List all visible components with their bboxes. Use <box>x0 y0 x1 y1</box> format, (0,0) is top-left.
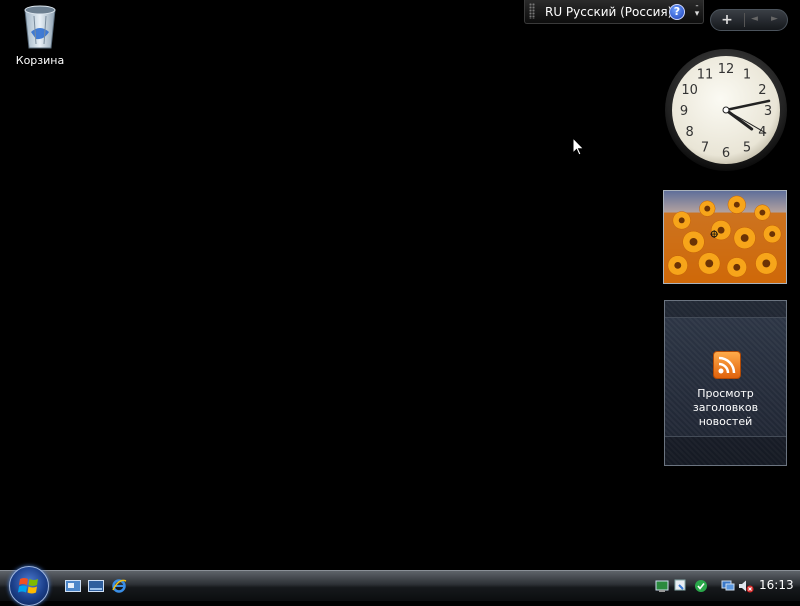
clock-numeral: 8 <box>685 125 693 140</box>
flower-photo <box>664 191 786 283</box>
feed-caption: Просмотр заголовков новостей <box>665 387 786 429</box>
volume-muted-icon[interactable] <box>738 578 754 593</box>
network-status-icon[interactable] <box>721 578 735 592</box>
show-desktop-icon[interactable] <box>65 578 81 592</box>
taskbar: 16:13 <box>0 566 800 606</box>
clock-numeral: 10 <box>681 83 698 98</box>
rss-icon <box>713 351 741 379</box>
defender-icon[interactable] <box>674 578 688 592</box>
clock-numeral: 2 <box>758 83 766 98</box>
network-icon[interactable] <box>655 578 669 592</box>
clock-numeral: 6 <box>722 146 730 161</box>
clock-center-pin <box>722 106 730 114</box>
recycle-bin-label: Корзина <box>15 54 65 67</box>
minimize-language-bar-button[interactable]: - ▾ <box>693 2 701 19</box>
help-icon[interactable]: ? <box>669 4 685 20</box>
divider <box>744 13 745 27</box>
gadget-header-band <box>665 301 786 318</box>
drag-grip-icon[interactable] <box>529 3 535 19</box>
start-button[interactable] <box>9 566 49 606</box>
system-tray: 16:13 <box>652 575 800 597</box>
add-gadget-button[interactable]: + <box>717 12 737 28</box>
mouse-pointer-icon <box>572 136 586 161</box>
recycle-bin-shortcut[interactable]: Корзина <box>8 2 72 67</box>
sidebar-controls: + ◄ ► <box>710 9 788 31</box>
clock-face: 12 1234567891011 <box>665 49 787 171</box>
clock-numeral: 5 <box>743 140 751 155</box>
clock-numeral: 7 <box>701 140 709 155</box>
clock-numeral: 11 <box>697 68 714 83</box>
internet-explorer-icon[interactable] <box>111 578 127 593</box>
next-page-button[interactable]: ► <box>771 14 778 24</box>
chevron-down-icon: ▾ <box>694 9 700 19</box>
slideshow-gadget[interactable] <box>663 190 787 284</box>
clock-numeral: 9 <box>680 104 688 119</box>
clock-gadget[interactable]: 12 1 2 3 4 5 6 7 8 9 10 11 <box>664 48 788 172</box>
windows-update-icon[interactable] <box>694 578 708 592</box>
feed-caption-line1: Просмотр заголовков <box>692 387 759 414</box>
previous-page-button[interactable]: ◄ <box>751 14 758 24</box>
windows-logo-icon <box>18 578 38 594</box>
taskbar-clock[interactable]: 16:13 <box>759 578 794 592</box>
clock-numeral: 1 <box>743 68 751 83</box>
language-bar[interactable]: RU Русский (Россия) ? - ▾ <box>524 0 704 24</box>
feed-caption-line2: новостей <box>698 415 753 428</box>
language-indicator[interactable]: RU Русский (Россия) <box>545 5 672 19</box>
feed-headlines-gadget[interactable]: Просмотр заголовков новостей <box>664 300 787 466</box>
clock-numeral: 12 <box>718 62 735 77</box>
gadget-footer-band <box>665 436 786 465</box>
switch-windows-icon[interactable] <box>88 578 104 592</box>
recycle-bin-icon <box>20 2 60 52</box>
clock-numeral: 3 <box>764 104 772 119</box>
